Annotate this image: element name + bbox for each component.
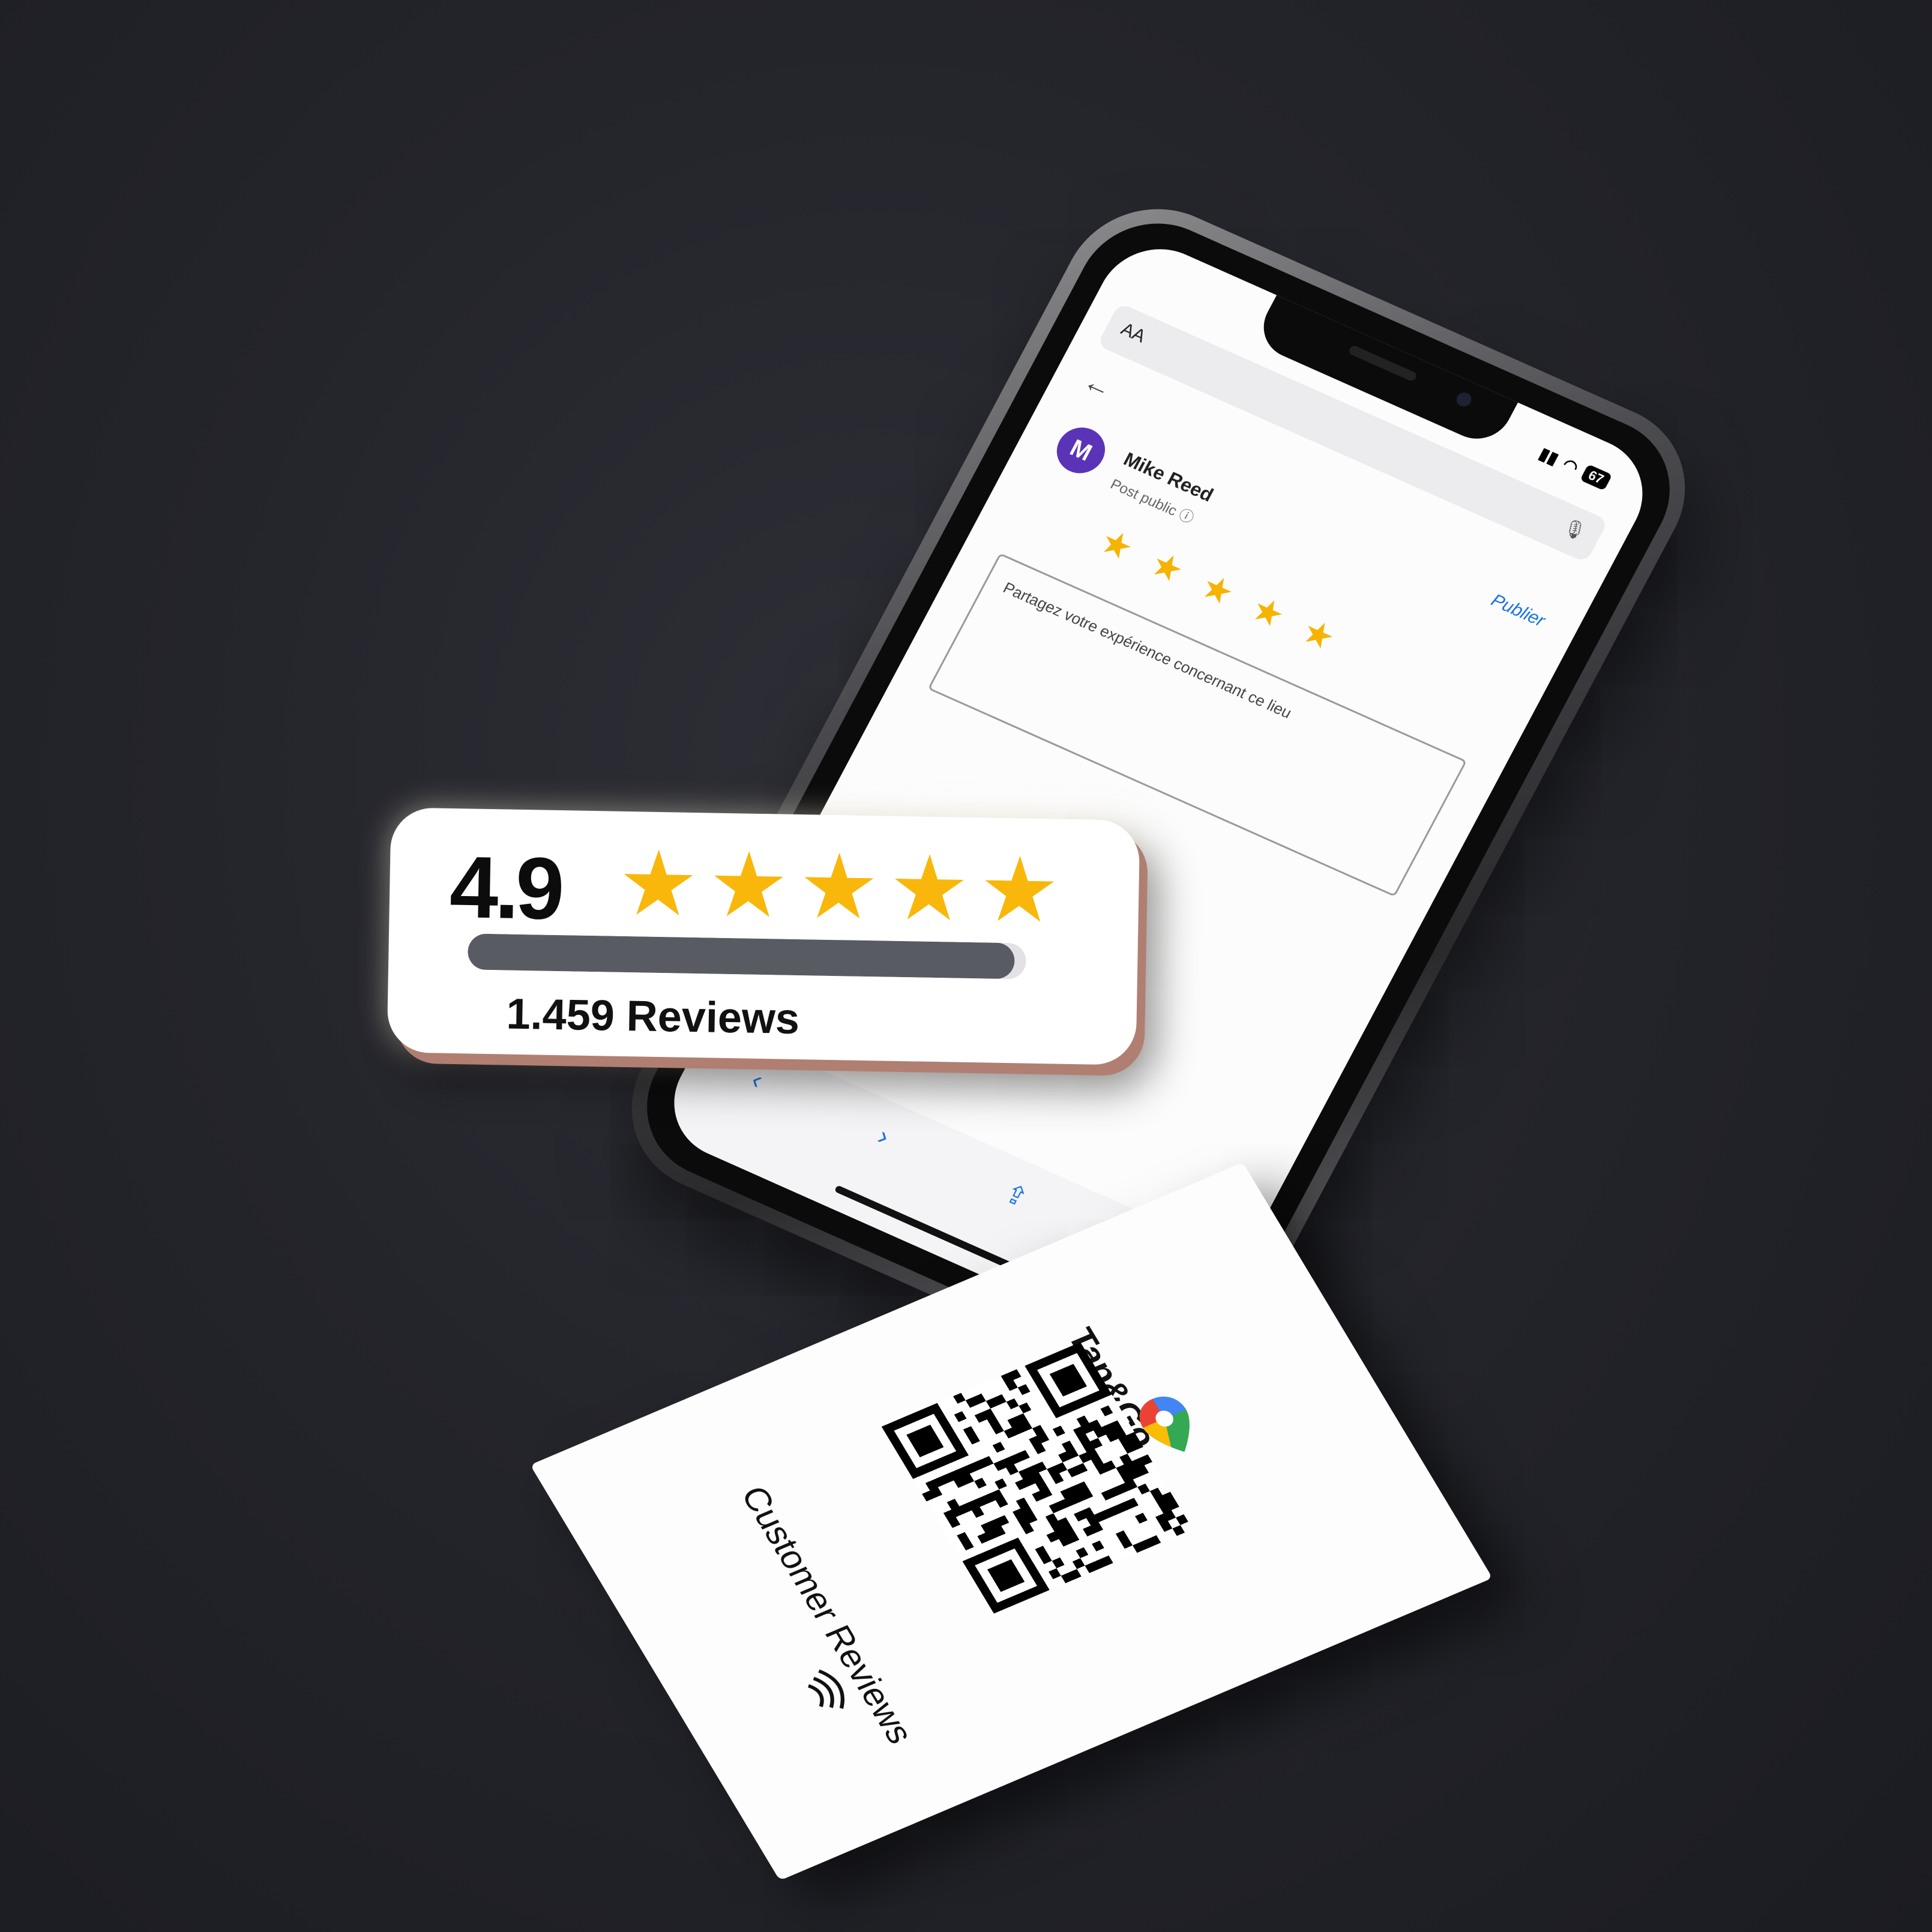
rating-bar-fill xyxy=(467,933,1016,980)
text-size-button[interactable]: AA xyxy=(1118,319,1149,347)
signal-icon: ▮▮ xyxy=(1536,444,1562,468)
rating-stars: ★ ★ ★ ★ ★ xyxy=(617,832,1061,941)
camera xyxy=(1454,390,1474,409)
microphone-icon[interactable]: 🎙 xyxy=(1559,516,1589,543)
star-icon: ★ xyxy=(617,832,700,935)
star-icon: ★ xyxy=(978,838,1061,941)
share-icon[interactable]: ⇪ xyxy=(999,1178,1034,1214)
star-icon[interactable]: ★ xyxy=(1194,566,1241,613)
reviews-count: 1.459 Reviews xyxy=(505,990,800,1044)
battery-indicator: 67 xyxy=(1580,463,1613,491)
nfc-review-card: Tap&Go Customer Reviews xyxy=(530,1162,1493,1881)
info-icon[interactable]: ⓘ xyxy=(1176,507,1197,527)
scene: ▮▮ ◠ 67 AA 🎙 ← Publier M Mike Reed Post … xyxy=(0,0,1932,1932)
avatar: M xyxy=(1048,420,1113,481)
star-icon[interactable]: ★ xyxy=(1295,611,1342,658)
star-icon[interactable]: ★ xyxy=(1094,521,1140,568)
publish-button[interactable]: Publier xyxy=(1487,591,1548,631)
star-icon: ★ xyxy=(707,834,790,936)
back-button[interactable]: ‹ xyxy=(746,1065,768,1095)
rating-bar xyxy=(467,933,1026,980)
qr-code[interactable] xyxy=(881,1342,1193,1614)
star-icon[interactable]: ★ xyxy=(1144,544,1191,591)
back-arrow-icon[interactable]: ← xyxy=(1078,364,1118,405)
rating-value: 4.9 xyxy=(448,837,562,938)
star-icon: ★ xyxy=(888,837,971,939)
wifi-icon: ◠ xyxy=(1559,454,1582,477)
forward-button[interactable]: › xyxy=(873,1121,894,1151)
star-icon[interactable]: ★ xyxy=(1245,589,1292,636)
speaker xyxy=(1347,344,1418,382)
rating-summary-card: 4.9 ★ ★ ★ ★ ★ 1.459 Reviews xyxy=(387,807,1140,1065)
phone-screen: ▮▮ ◠ 67 AA 🎙 ← Publier M Mike Reed Post … xyxy=(652,230,1664,1367)
status-bar: ▮▮ ◠ 67 xyxy=(1536,444,1613,492)
star-icon: ★ xyxy=(797,835,880,938)
